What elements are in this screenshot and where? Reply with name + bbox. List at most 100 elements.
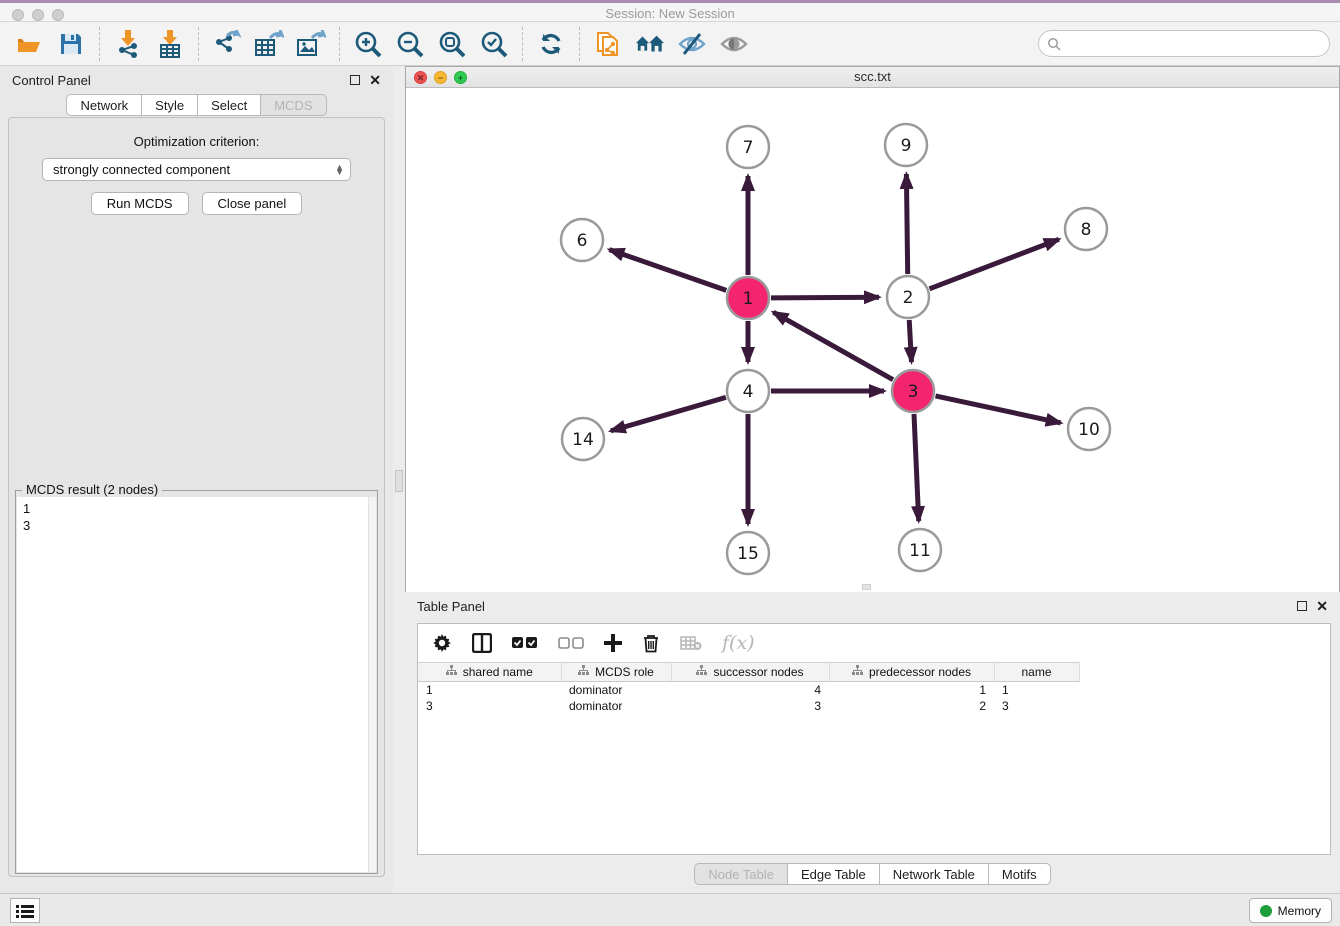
function-builder-icon[interactable]: f(x): [722, 632, 755, 654]
splitter-grip[interactable]: [395, 470, 403, 492]
network-graph[interactable]: 7 9 6 8 1 2 4 3 14 10 15 11: [406, 88, 1339, 592]
refresh-view-icon[interactable]: [536, 29, 566, 59]
header-filler: [1079, 663, 1330, 682]
graph-node-6[interactable]: 6: [561, 219, 603, 261]
column-header-successor-nodes[interactable]: successor nodes: [671, 663, 829, 682]
toolbar-separator: [522, 27, 523, 61]
zoom-fit-icon[interactable]: [437, 29, 467, 59]
column-header-shared-name[interactable]: shared name: [418, 663, 561, 682]
delete-entry-icon[interactable]: [642, 633, 660, 653]
edge-2-8[interactable]: [930, 239, 1059, 288]
add-column-icon[interactable]: [604, 634, 622, 652]
control-panel-title: Control Panel: [12, 73, 350, 88]
delete-table-icon[interactable]: [680, 635, 702, 651]
graph-node-9[interactable]: 9: [885, 124, 927, 166]
edge-2-9[interactable]: [906, 174, 907, 274]
result-scrollbar[interactable]: [368, 497, 376, 872]
close-table-panel-icon[interactable]: ✕: [1316, 601, 1328, 611]
zoom-out-icon[interactable]: [395, 29, 425, 59]
close-panel-button[interactable]: Close panel: [202, 192, 303, 215]
table-cell[interactable]: 2: [829, 698, 994, 714]
float-table-panel-icon[interactable]: [1297, 601, 1307, 611]
home-views-icon[interactable]: [635, 29, 665, 59]
tab-motifs[interactable]: Motifs: [989, 863, 1051, 885]
graph-node-3[interactable]: 3: [892, 370, 934, 412]
svg-text:7: 7: [743, 138, 754, 158]
close-panel-icon[interactable]: ✕: [369, 75, 381, 85]
zoom-in-icon[interactable]: [353, 29, 383, 59]
graph-node-10[interactable]: 10: [1068, 408, 1110, 450]
graph-node-15[interactable]: 15: [727, 532, 769, 574]
global-search[interactable]: [1038, 30, 1330, 57]
table-cell[interactable]: 1: [418, 682, 561, 698]
table-cell[interactable]: 1: [829, 682, 994, 698]
panel-splitter[interactable]: [393, 66, 405, 893]
select-all-rows-icon[interactable]: [512, 637, 538, 650]
graph-node-4[interactable]: 4: [727, 370, 769, 412]
deselect-all-rows-icon[interactable]: [558, 637, 584, 650]
edge-3-10[interactable]: [936, 396, 1061, 423]
result-line: 3: [17, 517, 368, 534]
column-header-name[interactable]: name: [994, 663, 1079, 682]
split-panel-icon[interactable]: [472, 633, 492, 653]
search-input[interactable]: [1061, 34, 1329, 54]
zoom-selected-icon[interactable]: [479, 29, 509, 59]
network-window-titlebar[interactable]: ✕ − + scc.txt: [406, 67, 1339, 88]
tab-edge-table[interactable]: Edge Table: [788, 863, 880, 885]
table-cell[interactable]: 3: [994, 698, 1079, 714]
optimization-dropdown[interactable]: strongly connected component ▲▼: [42, 158, 351, 181]
export-table-icon[interactable]: [254, 29, 284, 59]
task-history-button[interactable]: [10, 898, 40, 923]
graph-node-14[interactable]: 14: [562, 418, 604, 460]
network-resize-grip[interactable]: [862, 584, 871, 590]
table-cell[interactable]: 3: [418, 698, 561, 714]
mcds-result-text[interactable]: 13: [17, 497, 368, 872]
mcds-result-title: MCDS result (2 nodes): [22, 482, 162, 497]
toolbar-separator: [579, 27, 580, 61]
tab-style[interactable]: Style: [142, 94, 198, 116]
table-cell[interactable]: 1: [994, 682, 1079, 698]
float-panel-icon[interactable]: [350, 75, 360, 85]
table-row[interactable]: 1dominator411: [418, 682, 1330, 698]
run-mcds-button[interactable]: Run MCDS: [91, 192, 189, 215]
table-cell[interactable]: 4: [671, 682, 829, 698]
duplicate-network-icon[interactable]: [593, 29, 623, 59]
column-header-mcds-role[interactable]: MCDS role: [561, 663, 671, 682]
edge-1-6[interactable]: [609, 250, 726, 291]
node-table[interactable]: shared nameMCDS rolesuccessor nodesprede…: [418, 662, 1330, 714]
column-header-predecessor-nodes[interactable]: predecessor nodes: [829, 663, 994, 682]
table-cell[interactable]: dominator: [561, 698, 671, 714]
tab-network[interactable]: Network: [66, 94, 142, 116]
import-network-icon[interactable]: [113, 29, 143, 59]
edge-3-1[interactable]: [773, 312, 893, 380]
edge-3-11[interactable]: [914, 414, 919, 521]
table-cell[interactable]: dominator: [561, 682, 671, 698]
export-image-icon[interactable]: [296, 29, 326, 59]
tab-network-table[interactable]: Network Table: [880, 863, 989, 885]
show-elements-icon[interactable]: [719, 29, 749, 59]
graph-node-2[interactable]: 2: [887, 276, 929, 318]
svg-text:6: 6: [577, 231, 588, 251]
table-row[interactable]: 3dominator323: [418, 698, 1330, 714]
table-cell[interactable]: 3: [671, 698, 829, 714]
edge-2-3[interactable]: [909, 320, 911, 362]
edge-4-14[interactable]: [611, 397, 726, 431]
svg-text:15: 15: [737, 544, 759, 564]
tab-node-table[interactable]: Node Table: [694, 863, 788, 885]
hide-elements-icon[interactable]: [677, 29, 707, 59]
table-settings-icon[interactable]: [432, 633, 452, 653]
memory-button[interactable]: Memory: [1249, 898, 1332, 923]
mcds-result-group: MCDS result (2 nodes) 13: [15, 490, 378, 874]
tab-mcds[interactable]: MCDS: [261, 94, 326, 116]
graph-node-11[interactable]: 11: [899, 529, 941, 571]
network-canvas[interactable]: 7 9 6 8 1 2 4 3 14 10 15 11: [406, 88, 1339, 592]
tab-select[interactable]: Select: [198, 94, 261, 116]
graph-node-7[interactable]: 7: [727, 126, 769, 168]
open-session-icon[interactable]: [14, 29, 44, 59]
import-table-icon[interactable]: [155, 29, 185, 59]
edge-1-2[interactable]: [771, 297, 879, 298]
graph-node-1[interactable]: 1: [727, 277, 769, 319]
save-session-icon[interactable]: [56, 29, 86, 59]
export-network-icon[interactable]: [212, 29, 242, 59]
graph-node-8[interactable]: 8: [1065, 208, 1107, 250]
